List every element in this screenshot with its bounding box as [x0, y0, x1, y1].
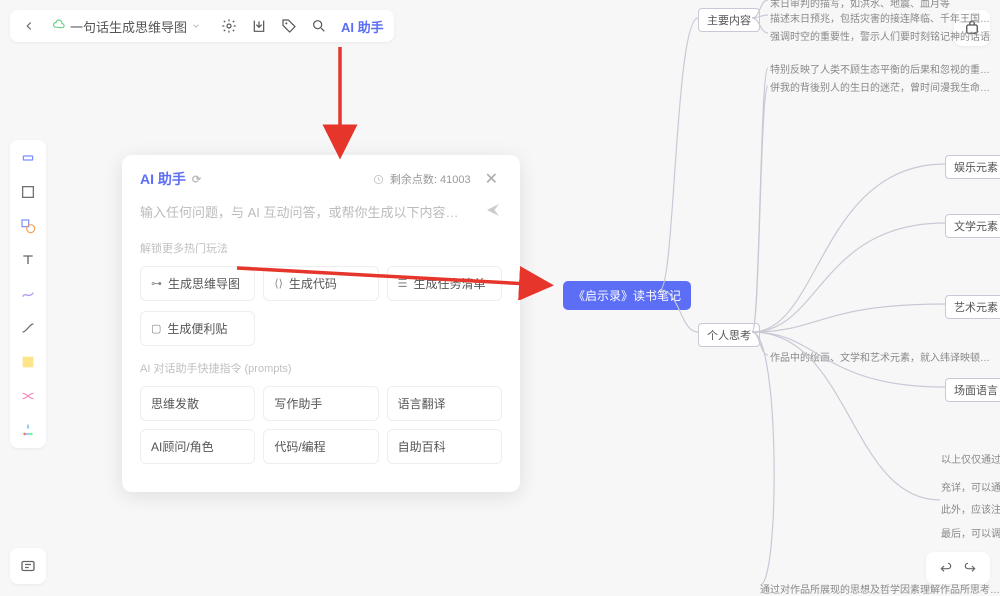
bottom-left-button[interactable]: [10, 548, 46, 584]
prompt-coding[interactable]: 代码/编程: [263, 429, 378, 464]
tool-connector[interactable]: [18, 318, 38, 338]
prompt-consult[interactable]: AI顾问/角色: [140, 429, 255, 464]
node-thinking[interactable]: 个人思考: [698, 323, 760, 347]
tag-icon[interactable]: [279, 16, 299, 36]
send-button[interactable]: [484, 201, 502, 224]
tool-more[interactable]: [18, 420, 38, 440]
topbar: 一句话生成思维导图 AI 助手: [10, 10, 394, 42]
section-prompts: AI 对话助手快捷指令 (prompts): [140, 360, 502, 376]
leaf[interactable]: 特别反映了人类不顾生态平衡的后果和忽视的重要性: [770, 60, 990, 76]
chip-sticky[interactable]: ▢生成便利贴: [140, 311, 255, 346]
node-entertainment[interactable]: 娱乐元素: [945, 155, 1000, 179]
leaf[interactable]: 最后，可以调研供给比极的愿人产生强烈解决消费，坏状病、从而进一步得得许性，文学家…: [941, 524, 1000, 540]
left-toolbar: [10, 140, 46, 448]
leaf[interactable]: 併我的背後别人的生日的迷茫，曾时间漫我生命价值和思维的认知是早在读者眼: [770, 78, 990, 94]
tool-cross[interactable]: [18, 386, 38, 406]
back-button[interactable]: [20, 17, 38, 35]
tool-sticky[interactable]: [18, 352, 38, 372]
leaf[interactable]: 此外，应该注意作为利用意维，文学实: [941, 500, 1000, 516]
credits-text: 剩余点数: 41003: [373, 171, 471, 187]
annotation-arrow-1: [320, 42, 380, 162]
ai-assistant-button[interactable]: AI 助手: [341, 17, 384, 36]
node-literature[interactable]: 文学元素: [945, 214, 1000, 238]
chip-mindmap[interactable]: ⊶生成思维导图: [140, 266, 255, 301]
chip-tasklist[interactable]: ☰生成任务清单: [387, 266, 502, 301]
refresh-icon[interactable]: ⟳: [192, 173, 201, 186]
undo-button[interactable]: [936, 558, 956, 578]
prompt-translate[interactable]: 语言翻译: [387, 386, 502, 421]
mindmap-icon: ⊶: [151, 277, 162, 290]
node-art[interactable]: 艺术元素: [945, 295, 1000, 319]
leaf[interactable]: 充详，可以通过思考你会对正境界共性，升: [941, 478, 1000, 494]
code-icon: ⟨⟩: [274, 277, 283, 290]
search-icon[interactable]: [309, 16, 329, 36]
tool-text[interactable]: [18, 250, 38, 270]
redo-button[interactable]: [960, 558, 980, 578]
leaf[interactable]: 以上仅仅通过艺术讨论中的音乐、文学和文: [941, 450, 1000, 466]
mindmap-root-node[interactable]: 《启示录》读书笔记: [563, 281, 691, 310]
tool-frame[interactable]: [18, 182, 38, 202]
section-hot: 解锁更多热门玩法: [140, 240, 502, 256]
sticky-icon: ▢: [151, 322, 161, 335]
tool-shape[interactable]: [18, 216, 38, 236]
export-icon[interactable]: [249, 16, 269, 36]
node-main-content[interactable]: 主要内容: [698, 8, 760, 32]
leaf[interactable]: 强调时空的重要性，警示人们要时刻铭记神的话语: [770, 27, 990, 43]
leaf[interactable]: 描述末日预兆，包括灾害的接连降临、千年王国的到来等: [770, 9, 990, 25]
ai-panel-title: AI 助手 ⟳: [140, 169, 201, 189]
node-scene[interactable]: 场面语言: [945, 378, 1000, 402]
ai-input[interactable]: [140, 205, 484, 220]
tool-select[interactable]: [18, 148, 38, 168]
prompt-diverge[interactable]: 思维发散: [140, 386, 255, 421]
prompt-writing[interactable]: 写作助手: [263, 386, 378, 421]
tool-pen[interactable]: [18, 284, 38, 304]
ai-panel: AI 助手 ⟳ 剩余点数: 41003 ✕ 解锁更多热门玩法 ⊶生成思维导图 ⟨…: [122, 155, 520, 492]
doc-title-text: 一句话生成思维导图: [70, 17, 187, 36]
tasklist-icon: ☰: [398, 277, 408, 290]
close-button[interactable]: ✕: [481, 169, 502, 189]
settings-icon[interactable]: [219, 16, 239, 36]
leaf[interactable]: 作品中的绘画、文学和艺术元素，就入纬译映顿的领悟感情: [770, 348, 990, 364]
doc-title[interactable]: 一句话生成思维导图: [48, 17, 205, 36]
prompt-encyclopedia[interactable]: 自助百科: [387, 429, 502, 464]
chip-code[interactable]: ⟨⟩生成代码: [263, 266, 378, 301]
